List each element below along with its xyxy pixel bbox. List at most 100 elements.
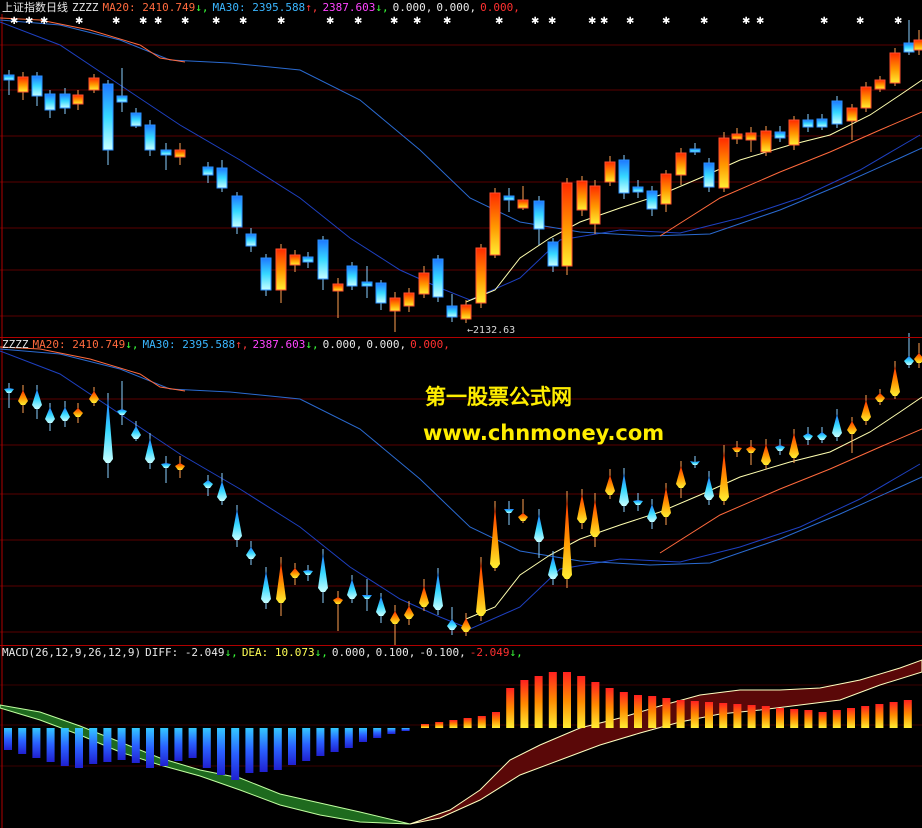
star-icon: ✱ xyxy=(700,16,708,27)
flame-candle xyxy=(732,447,742,452)
candle-body xyxy=(102,83,114,151)
line6-value: 0.000, xyxy=(410,338,450,351)
candle-body xyxy=(317,239,329,280)
ma30-arrow-icon: ↑, xyxy=(235,338,249,351)
candle-body xyxy=(489,192,501,256)
macd-line4-arrow-icon: ↓, xyxy=(509,646,523,659)
flame-candle xyxy=(832,414,842,437)
macd-bar xyxy=(421,724,429,728)
macd-bar xyxy=(548,672,557,728)
candle-body xyxy=(403,292,415,307)
candle-body xyxy=(816,118,828,128)
macd-bar xyxy=(131,728,140,763)
candle-body xyxy=(760,130,772,153)
macd-bar xyxy=(217,728,225,775)
macd-bar xyxy=(634,695,642,728)
macd-bar xyxy=(676,700,685,728)
star-icon: ✱ xyxy=(277,16,285,27)
ma30-value: MA30: 2395.588 xyxy=(142,338,236,351)
candle-body xyxy=(174,149,186,158)
candlesticks[interactable] xyxy=(3,20,922,645)
candle-body xyxy=(302,256,314,263)
indicator-name[interactable]: ZZZZ xyxy=(2,338,29,351)
candle-body xyxy=(703,162,715,188)
star-icon: ✱ xyxy=(662,16,670,27)
candle-body xyxy=(332,283,344,292)
macd-bar xyxy=(847,708,855,728)
star-icon: ✱ xyxy=(588,16,596,27)
candle-body xyxy=(547,241,559,267)
macd-bar xyxy=(188,728,197,758)
line3-arrow-icon: ↓, xyxy=(305,338,319,351)
flame-candle xyxy=(775,445,785,451)
ma20-value: MA20: 2410.749 xyxy=(102,1,196,14)
flame-candle xyxy=(318,553,328,592)
flame-candle xyxy=(605,475,615,495)
flame-candle xyxy=(548,555,558,579)
macd-bar xyxy=(273,728,282,770)
macd-bar xyxy=(761,706,770,728)
macd-bar xyxy=(75,728,83,768)
star-icon: ✱ xyxy=(820,16,828,27)
flame-candle xyxy=(131,426,141,439)
candle-body xyxy=(44,93,56,111)
flame-candle xyxy=(73,408,83,417)
candle-body xyxy=(260,257,272,291)
flame-candle xyxy=(333,597,343,604)
indicator-name[interactable]: MACD(26,12,9,26,12,9) xyxy=(2,646,141,659)
candle-body xyxy=(245,233,257,247)
flame-candle xyxy=(175,463,185,470)
flame-candle xyxy=(518,513,528,521)
flame-candle xyxy=(704,476,714,500)
dea-arrow-icon: ↓, xyxy=(314,646,328,659)
ma30-value: MA30: 2395.588 xyxy=(212,1,306,14)
flame-candle xyxy=(347,579,357,599)
index-title[interactable]: 上证指数 xyxy=(2,1,46,14)
candle-body xyxy=(874,79,886,90)
candle-body xyxy=(831,100,843,125)
macd-bar xyxy=(202,728,211,768)
candle-body xyxy=(116,95,128,103)
candle-body xyxy=(718,137,730,189)
flame-candle xyxy=(217,481,227,501)
line3-value: 2387.603 xyxy=(322,1,376,14)
diff-value: DIFF: -2.049 xyxy=(145,646,225,659)
candle-body xyxy=(389,297,401,312)
star-icon: ✱ xyxy=(413,16,421,27)
candle-body xyxy=(475,247,487,304)
macd-bar xyxy=(32,728,41,758)
flame-candle xyxy=(914,353,922,363)
macd-bar xyxy=(449,720,458,728)
macd-bar xyxy=(259,728,268,772)
flame-candle xyxy=(103,397,113,463)
indicator-name[interactable]: ZZZZ xyxy=(72,1,99,14)
star-icon: ✱ xyxy=(742,16,750,27)
macd-histogram xyxy=(4,672,912,780)
candle-body xyxy=(802,119,814,128)
candle-body xyxy=(576,180,588,211)
stock-chart-canvas[interactable]: ✱ ✱ ✱ ✱ ✱ ✱ ✱ ✱ ✱ ✱ ✱ ✱ ✱ ✱ ✱ ✱ ✱ ✱ ✱ ✱ ✱ ✱ ✱ ✱ ✱ ✱ ✱ ✱ ✱ xyxy=(0,0,922,828)
candle-body xyxy=(418,272,430,295)
macd-bar xyxy=(330,728,339,752)
macd-bar xyxy=(373,728,382,738)
star-icon: ✱ xyxy=(75,16,83,27)
candle-body xyxy=(788,119,800,146)
line6-value: 0.000, xyxy=(480,1,520,14)
macd-bar xyxy=(705,702,713,728)
candle-body xyxy=(275,248,287,291)
macd-bar xyxy=(648,696,657,728)
macd-bar xyxy=(302,728,311,761)
star-icon: ✱ xyxy=(10,16,18,27)
star-icon: ✱ xyxy=(856,16,864,27)
flame-candle xyxy=(89,391,99,403)
candle-body xyxy=(202,166,214,176)
star-icon: ✱ xyxy=(531,16,539,27)
star-icon: ✱ xyxy=(756,16,764,27)
line3-arrow-icon: ↓, xyxy=(375,1,389,14)
star-icon: ✱ xyxy=(495,16,503,27)
flame-candle xyxy=(4,388,14,393)
candle-body xyxy=(31,75,43,97)
flame-candle xyxy=(404,606,414,619)
period-label[interactable]: 日线 xyxy=(46,1,68,14)
macd-line1-value: 0.000, xyxy=(331,646,372,659)
